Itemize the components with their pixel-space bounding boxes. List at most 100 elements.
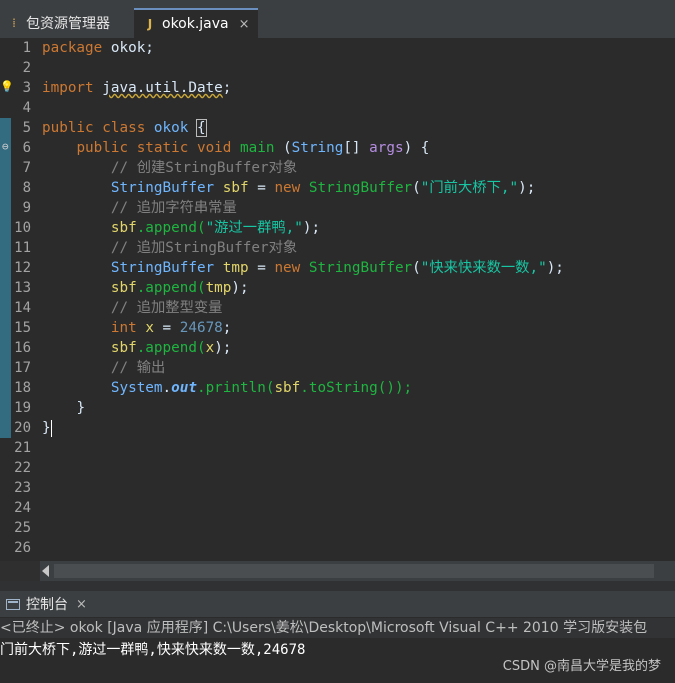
code-text: (: [274, 140, 292, 156]
line-number: 25: [14, 520, 31, 536]
code-line-5: public class okok {: [42, 118, 207, 138]
line-number: 7: [22, 160, 31, 176]
number-literal: 24678: [179, 320, 223, 336]
variable: sbf: [110, 340, 137, 356]
matching-brace: {: [196, 119, 207, 137]
string-literal: "快来快来数一数,": [420, 260, 547, 276]
line-number: 5: [22, 120, 31, 136]
code-text: );: [231, 280, 249, 296]
panel-separator[interactable]: [0, 581, 675, 591]
console-view[interactable]: <已终止> okok [Java 应用程序] C:\Users\姜松\Deskt…: [0, 617, 675, 683]
line-number: 21: [14, 440, 31, 456]
line-number: 2: [22, 60, 31, 76]
line-number: 13: [14, 280, 31, 296]
console-output: 门前大桥下,游过一群鸭,快来快来数一数,24678: [0, 642, 306, 658]
comment: // 创建StringBuffer对象: [110, 160, 298, 176]
code-text: );: [214, 340, 232, 356]
type-name: StringBuffer: [110, 180, 215, 196]
tab-console[interactable]: 控制台 ×: [0, 591, 87, 617]
close-icon[interactable]: ×: [76, 597, 87, 612]
line-number: 8: [22, 180, 31, 196]
keyword: new: [274, 180, 301, 196]
keyword: int: [110, 320, 137, 336]
horizontal-scrollbar[interactable]: [40, 561, 675, 581]
code-text: okok;: [102, 40, 154, 56]
code-text: =: [248, 260, 275, 276]
code-editor[interactable]: 1 2 3 4 5 6 7 8 9 10 11 12 13 14 15 16 1…: [0, 38, 675, 561]
console-tab-bar: 控制台 ×: [0, 591, 675, 617]
code-line-7: // 创建StringBuffer对象: [42, 158, 297, 178]
console-icon: [6, 598, 20, 610]
line-number: 10: [14, 220, 31, 236]
code-text: }: [76, 400, 86, 416]
class-name: okok: [153, 120, 189, 136]
code-line-11: // 追加StringBuffer对象: [42, 238, 297, 258]
variable: tmp: [205, 280, 232, 296]
line-number: 12: [14, 260, 31, 276]
keyword: package: [42, 40, 103, 56]
type-name: StringBuffer: [308, 180, 413, 196]
package-explorer-icon: ⁞: [12, 16, 16, 30]
close-icon[interactable]: ×: [239, 17, 250, 32]
comment: // 追加整型变量: [110, 300, 223, 316]
code-text: ;: [222, 320, 232, 336]
line-number: 18: [14, 380, 31, 396]
tab-okok-java[interactable]: J okok.java ×: [134, 8, 258, 38]
code-line-18: System.out.println(sbf.toString());: [42, 378, 412, 398]
tab-label: 控制台: [26, 597, 68, 613]
tab-label: okok.java: [162, 16, 229, 32]
code-text: );: [546, 260, 564, 276]
comment: // 追加字符串常量: [110, 200, 237, 216]
variable: sbf: [110, 280, 137, 296]
class-name: System: [110, 380, 163, 396]
line-number: 1: [22, 40, 31, 56]
line-number: 19: [14, 400, 31, 416]
scroll-left-icon[interactable]: [42, 565, 49, 577]
method-call: .append(: [136, 280, 206, 296]
string-literal: "游过一群鸭,": [205, 220, 303, 236]
code-line-9: // 追加字符串常量: [42, 198, 237, 218]
code-text: =: [248, 180, 275, 196]
line-number: 26: [14, 540, 31, 556]
static-field: out: [171, 380, 197, 396]
line-number: 20: [14, 420, 31, 436]
code-line-3: import java.util.Date;: [42, 78, 231, 98]
override-marker-icon[interactable]: ⊖: [2, 140, 9, 153]
code-line-1: package okok;: [42, 38, 154, 58]
code-text: ;: [222, 80, 232, 96]
type-name: String: [291, 140, 344, 156]
scrollbar-thumb[interactable]: [54, 564, 654, 578]
editor-tab-bar: ⁞ 包资源管理器 J okok.java ×: [0, 0, 675, 38]
code-text: );: [518, 180, 536, 196]
keyword: public: [42, 120, 94, 136]
warning-lightbulb-icon[interactable]: 💡: [0, 80, 14, 93]
code-line-13: sbf.append(tmp);: [42, 278, 249, 298]
type-name: StringBuffer: [110, 260, 215, 276]
method-call: .toString());: [300, 380, 413, 396]
code-line-19: }: [42, 398, 85, 418]
line-number: 16: [14, 340, 31, 356]
keyword: import: [42, 80, 94, 96]
java-file-icon: J: [147, 17, 153, 31]
code-line-17: // 输出: [42, 358, 165, 378]
line-number: 15: [14, 320, 31, 336]
text-caret: [50, 419, 52, 437]
line-number: 22: [14, 460, 31, 476]
keyword: class: [102, 120, 146, 136]
type-name: StringBuffer: [308, 260, 413, 276]
variable: x: [145, 320, 154, 336]
code-line-10: sbf.append("游过一群鸭,");: [42, 218, 320, 238]
code-line-15: int x = 24678;: [42, 318, 232, 338]
code-text: .: [162, 380, 172, 396]
parameter: args: [369, 140, 404, 156]
line-number: 9: [22, 200, 31, 216]
code-text: }: [42, 420, 51, 436]
line-number-gutter: 1 2 3 4 5 6 7 8 9 10 11 12 13 14 15 16 1…: [0, 38, 40, 561]
method-call: .println(: [196, 380, 275, 396]
console-status: <已终止> okok [Java 应用程序] C:\Users\姜松\Deskt…: [0, 618, 675, 638]
tab-package-explorer[interactable]: ⁞ 包资源管理器: [0, 8, 128, 38]
import-name-warning[interactable]: java.util.Date: [102, 80, 223, 96]
variable: x: [205, 340, 215, 356]
code-line-14: // 追加整型变量: [42, 298, 223, 318]
keyword: new: [274, 260, 301, 276]
